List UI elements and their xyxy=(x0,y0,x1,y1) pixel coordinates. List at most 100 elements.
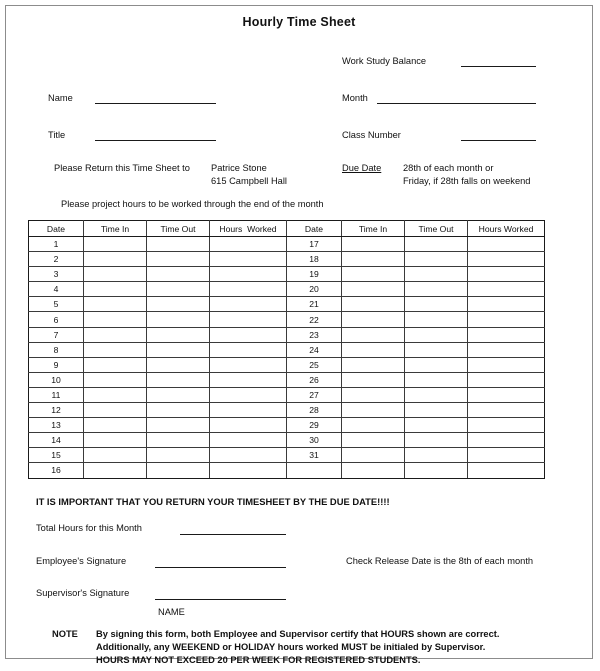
cell-left-time-out[interactable] xyxy=(146,281,210,298)
cell-right-time-in[interactable] xyxy=(341,356,405,373)
cell-left-time-in[interactable] xyxy=(83,235,147,253)
employee-signature-input[interactable] xyxy=(155,567,286,568)
cell-right-time-out[interactable] xyxy=(404,417,468,434)
cell-left-time-out[interactable] xyxy=(146,296,210,313)
cell-left-time-out[interactable] xyxy=(146,417,210,434)
cell-left-time-out[interactable] xyxy=(146,462,210,479)
cell-left-time-in[interactable] xyxy=(83,402,147,419)
cell-left-time-out[interactable] xyxy=(146,356,210,373)
cell-left-time-in[interactable] xyxy=(83,326,147,343)
cell-left-hours[interactable] xyxy=(209,296,287,313)
cell-left-time-in[interactable] xyxy=(83,266,147,283)
cell-left-time-out[interactable] xyxy=(146,251,210,268)
cell-left-time-in[interactable] xyxy=(83,296,147,313)
cell-right-hours[interactable] xyxy=(467,251,545,268)
cell-left-hours[interactable] xyxy=(209,432,287,449)
cell-right-time-out[interactable] xyxy=(404,371,468,388)
cell-left-time-out[interactable] xyxy=(146,432,210,449)
cell-left-hours[interactable] xyxy=(209,281,287,298)
cell-left-time-out[interactable] xyxy=(146,341,210,358)
cell-right-time-in[interactable] xyxy=(341,432,405,449)
cell-left-time-in[interactable] xyxy=(83,417,147,434)
cell-right-time-in[interactable] xyxy=(341,235,405,253)
supervisor-signature-input[interactable] xyxy=(155,599,286,600)
cell-left-time-in[interactable] xyxy=(83,356,147,373)
cell-right-hours[interactable] xyxy=(467,356,545,373)
cell-right-time-out[interactable] xyxy=(404,311,468,328)
cell-left-hours[interactable] xyxy=(209,371,287,388)
cell-left-time-out[interactable] xyxy=(146,266,210,283)
cell-left-time-out[interactable] xyxy=(146,447,210,464)
cell-right-time-out[interactable] xyxy=(404,235,468,253)
cell-right-time-in[interactable] xyxy=(341,386,405,404)
cell-right-time-in[interactable] xyxy=(341,417,405,434)
cell-right-hours[interactable] xyxy=(467,462,545,479)
cell-right-hours[interactable] xyxy=(467,266,545,283)
cell-left-time-in[interactable] xyxy=(83,447,147,464)
work-study-balance-input[interactable] xyxy=(461,66,536,67)
cell-right-time-out[interactable] xyxy=(404,462,468,479)
cell-right-time-in[interactable] xyxy=(341,341,405,358)
cell-right-time-out[interactable] xyxy=(404,432,468,449)
cell-right-time-out[interactable] xyxy=(404,251,468,268)
cell-left-hours[interactable] xyxy=(209,266,287,283)
cell-right-time-out[interactable] xyxy=(404,296,468,313)
cell-left-time-in[interactable] xyxy=(83,462,147,479)
cell-right-time-out[interactable] xyxy=(404,281,468,298)
cell-left-time-out[interactable] xyxy=(146,326,210,343)
cell-right-hours[interactable] xyxy=(467,326,545,343)
cell-right-hours[interactable] xyxy=(467,402,545,419)
month-input[interactable] xyxy=(377,103,536,104)
cell-right-hours[interactable] xyxy=(467,417,545,434)
cell-right-time-in[interactable] xyxy=(341,251,405,268)
cell-right-time-out[interactable] xyxy=(404,326,468,343)
cell-left-hours[interactable] xyxy=(209,326,287,343)
cell-right-time-in[interactable] xyxy=(341,447,405,464)
cell-right-time-out[interactable] xyxy=(404,402,468,419)
cell-left-time-out[interactable] xyxy=(146,402,210,419)
cell-left-hours[interactable] xyxy=(209,311,287,328)
class-number-input[interactable] xyxy=(461,140,536,141)
cell-left-time-out[interactable] xyxy=(146,371,210,388)
cell-right-time-in[interactable] xyxy=(341,296,405,313)
cell-right-time-out[interactable] xyxy=(404,341,468,358)
cell-left-hours[interactable] xyxy=(209,402,287,419)
cell-left-time-in[interactable] xyxy=(83,341,147,358)
cell-right-time-in[interactable] xyxy=(341,311,405,328)
cell-left-time-out[interactable] xyxy=(146,311,210,328)
cell-left-hours[interactable] xyxy=(209,251,287,268)
cell-right-time-in[interactable] xyxy=(341,326,405,343)
name-input[interactable] xyxy=(95,103,216,104)
cell-right-time-in[interactable] xyxy=(341,462,405,479)
total-hours-input[interactable] xyxy=(180,534,286,535)
cell-right-time-in[interactable] xyxy=(341,281,405,298)
title-input[interactable] xyxy=(95,140,216,141)
cell-left-time-out[interactable] xyxy=(146,235,210,253)
cell-right-time-in[interactable] xyxy=(341,402,405,419)
cell-left-time-in[interactable] xyxy=(83,386,147,404)
cell-left-time-out[interactable] xyxy=(146,386,210,404)
cell-right-hours[interactable] xyxy=(467,447,545,464)
cell-left-time-in[interactable] xyxy=(83,371,147,388)
cell-right-hours[interactable] xyxy=(467,311,545,328)
cell-right-hours[interactable] xyxy=(467,341,545,358)
cell-right-hours[interactable] xyxy=(467,296,545,313)
cell-right-time-out[interactable] xyxy=(404,266,468,283)
cell-right-hours[interactable] xyxy=(467,386,545,404)
cell-right-time-out[interactable] xyxy=(404,386,468,404)
cell-right-hours[interactable] xyxy=(467,371,545,388)
cell-right-time-out[interactable] xyxy=(404,447,468,464)
cell-left-time-in[interactable] xyxy=(83,311,147,328)
cell-left-hours[interactable] xyxy=(209,417,287,434)
cell-left-hours[interactable] xyxy=(209,235,287,253)
cell-right-time-out[interactable] xyxy=(404,356,468,373)
cell-right-hours[interactable] xyxy=(467,281,545,298)
cell-right-time-in[interactable] xyxy=(341,371,405,388)
cell-left-time-in[interactable] xyxy=(83,281,147,298)
cell-right-hours[interactable] xyxy=(467,235,545,253)
cell-left-hours[interactable] xyxy=(209,447,287,464)
cell-right-hours[interactable] xyxy=(467,432,545,449)
cell-left-hours[interactable] xyxy=(209,356,287,373)
cell-left-hours[interactable] xyxy=(209,386,287,404)
cell-left-hours[interactable] xyxy=(209,462,287,479)
